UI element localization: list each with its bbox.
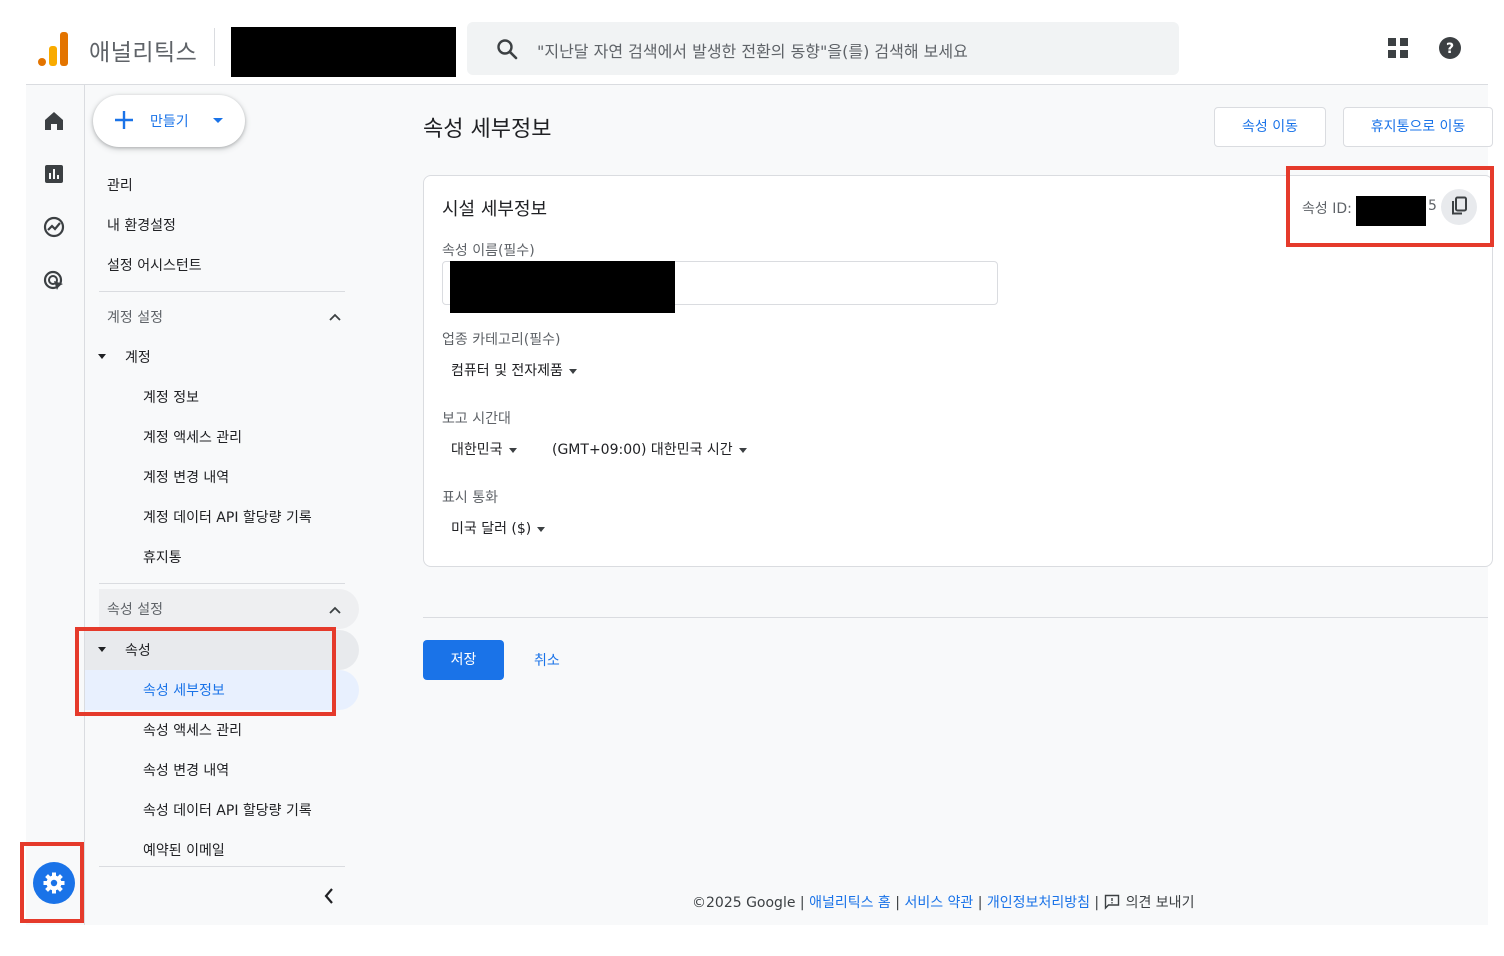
property-name-value-redacted [450,261,675,313]
explore-icon[interactable] [42,215,66,239]
account-settings-header[interactable]: 계정 설정 [107,307,163,327]
feedback-icon [1104,894,1119,910]
left-rail [26,85,85,925]
feedback-button[interactable]: 의견 보내기 [1104,894,1195,911]
nav-item-property-api-quota[interactable]: 속성 데이터 API 할당량 기록 [143,800,312,820]
search-bar[interactable]: "지난달 자연 검색에서 발생한 전환의 동향"을(를) 검색해 보세요 [467,22,1179,75]
expand-triangle-icon[interactable] [98,354,106,359]
nav-item-trash[interactable]: 휴지통 [143,547,182,567]
currency-dropdown[interactable]: 미국 달러 ($) [451,518,546,538]
footer-link-terms[interactable]: 서비스 약관 [904,895,973,911]
timezone-dropdown[interactable]: (GMT+09:00) 대한민국 시간 [552,439,747,459]
nav-item-property-history[interactable]: 속성 변경 내역 [143,760,229,780]
country-dropdown[interactable]: 대한민국 [451,439,517,459]
timezone-value: (GMT+09:00) 대한민국 시간 [552,442,733,458]
app-name[interactable]: 애널리틱스 [89,33,197,67]
nav-item-account-details[interactable]: 계정 정보 [143,387,199,407]
feedback-label: 의견 보내기 [1125,895,1195,911]
nav-item-setup-assistant[interactable]: 설정 어시스턴트 [107,255,202,275]
divider [99,291,345,292]
footer-copyright: ©2025 Google [692,895,796,911]
timezone-label: 보고 시간대 [442,411,511,427]
country-value: 대한민국 [451,442,503,458]
property-settings-header[interactable]: 속성 설정 [107,599,163,619]
category-dropdown[interactable]: 컴퓨터 및 전자제품 [451,360,577,380]
page-title: 속성 세부정보 [423,117,552,142]
cancel-button[interactable]: 취소 [534,650,560,670]
chevron-up-icon[interactable] [329,313,341,321]
collapse-chevron-left-icon[interactable] [323,887,335,905]
save-button[interactable]: 저장 [423,640,504,680]
search-icon [497,39,518,60]
nav-item-scheduled-emails[interactable]: 예약된 이메일 [143,840,225,860]
divider [99,583,345,584]
dropdown-arrow-icon [508,447,517,453]
annotation-box-property-details [75,627,336,716]
top-bar: 애널리틱스 "지난달 자연 검색에서 발생한 전환의 동향"을(를) 검색해 보… [26,0,1488,85]
dropdown-arrow-icon [568,368,577,374]
footer-separator: | [1089,895,1104,911]
currency-label: 표시 통화 [442,490,498,506]
footer-link-privacy[interactable]: 개인정보처리방침 [987,895,1090,911]
home-icon[interactable] [42,109,66,133]
advertising-icon[interactable] [42,269,66,293]
create-button[interactable]: 만들기 [93,95,245,147]
account-selector-redacted[interactable] [231,27,456,77]
category-label: 업종 카테고리(필수) [442,332,561,348]
divider [214,28,215,66]
caret-down-icon [213,118,223,123]
svg-text:?: ? [1446,41,1454,57]
nav-item-admin[interactable]: 관리 [107,175,133,195]
dropdown-arrow-icon [738,447,747,453]
apps-grid-icon[interactable] [1386,36,1410,60]
currency-value: 미국 달러 ($) [451,521,532,537]
reports-icon[interactable] [42,162,66,186]
divider [423,617,1488,618]
create-label: 만들기 [150,114,189,130]
footer-separator: | [795,895,810,911]
nav-item-property-access[interactable]: 속성 액세스 관리 [143,720,242,740]
divider [99,866,345,867]
footer-separator: | [890,895,905,911]
footer: ©2025 Google | 애널리틱스 홈 | 서비스 약관 | 개인정보처리… [692,892,1194,912]
property-name-label: 속성 이름(필수) [442,243,535,259]
nav-item-account-history[interactable]: 계정 변경 내역 [143,467,229,487]
help-icon[interactable]: ? [1438,36,1462,60]
nav-item-account-access[interactable]: 계정 액세스 관리 [143,427,242,447]
move-property-button[interactable]: 속성 이동 [1214,107,1326,147]
category-value: 컴퓨터 및 전자제품 [451,363,563,379]
chevron-up-icon[interactable] [329,606,341,614]
move-to-trash-button[interactable]: 휴지통으로 이동 [1343,107,1493,147]
footer-link-analytics-home[interactable]: 애널리틱스 홈 [809,895,891,911]
analytics-logo-icon[interactable] [38,32,70,66]
nav-item-account-api-quota[interactable]: 계정 데이터 API 할당량 기록 [143,507,312,527]
dropdown-arrow-icon [537,526,546,532]
annotation-box-admin-gear [20,842,84,923]
nav-item-preferences[interactable]: 내 환경설정 [107,215,176,235]
plus-icon [115,111,133,129]
account-group-label[interactable]: 계정 [125,347,151,367]
footer-separator: | [973,895,987,911]
annotation-box-property-id [1286,166,1494,247]
search-placeholder[interactable]: "지난달 자연 검색에서 발생한 전환의 동향"을(를) 검색해 보세요 [537,38,968,62]
card-title: 시설 세부정보 [442,199,548,220]
